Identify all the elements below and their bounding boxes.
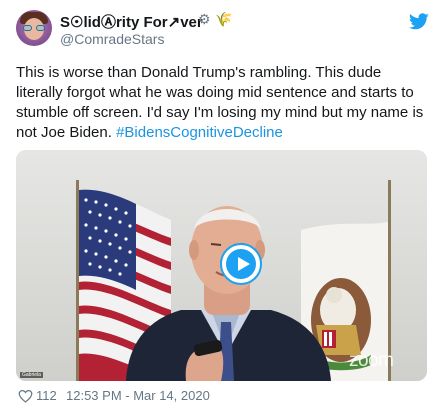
play-button[interactable] bbox=[220, 243, 262, 285]
display-name[interactable]: S☉lidⒶrity For↗ver bbox=[60, 11, 203, 32]
like-count: 112 bbox=[36, 388, 57, 403]
video-thumbnail[interactable]: zoom Gabriela bbox=[16, 150, 427, 381]
avatar-glasses bbox=[23, 25, 45, 31]
twitter-bird-icon[interactable] bbox=[409, 13, 429, 30]
tweet-card: S☉lidⒶrity For↗ver ⚙ 🌾 @ComradeStars Thi… bbox=[0, 0, 445, 413]
sheaf-of-rice-emoji-icon: 🌾 bbox=[215, 11, 233, 27]
tweet-timestamp[interactable]: 12:53 PM - Mar 14, 2020 bbox=[66, 386, 210, 406]
hashtag-link[interactable]: #BidensCognitiveDecline bbox=[116, 124, 283, 141]
user-handle[interactable]: @ComradeStars bbox=[60, 31, 164, 47]
tweet-text: This is worse than Donald Trump's rambli… bbox=[16, 63, 426, 143]
heart-icon[interactable] bbox=[18, 389, 33, 403]
zoom-watermark: zoom bbox=[349, 350, 394, 371]
avatar[interactable] bbox=[16, 10, 52, 46]
participant-caption: Gabriela bbox=[20, 372, 43, 378]
gear-emoji-icon: ⚙ bbox=[198, 11, 211, 27]
play-icon bbox=[226, 249, 256, 279]
